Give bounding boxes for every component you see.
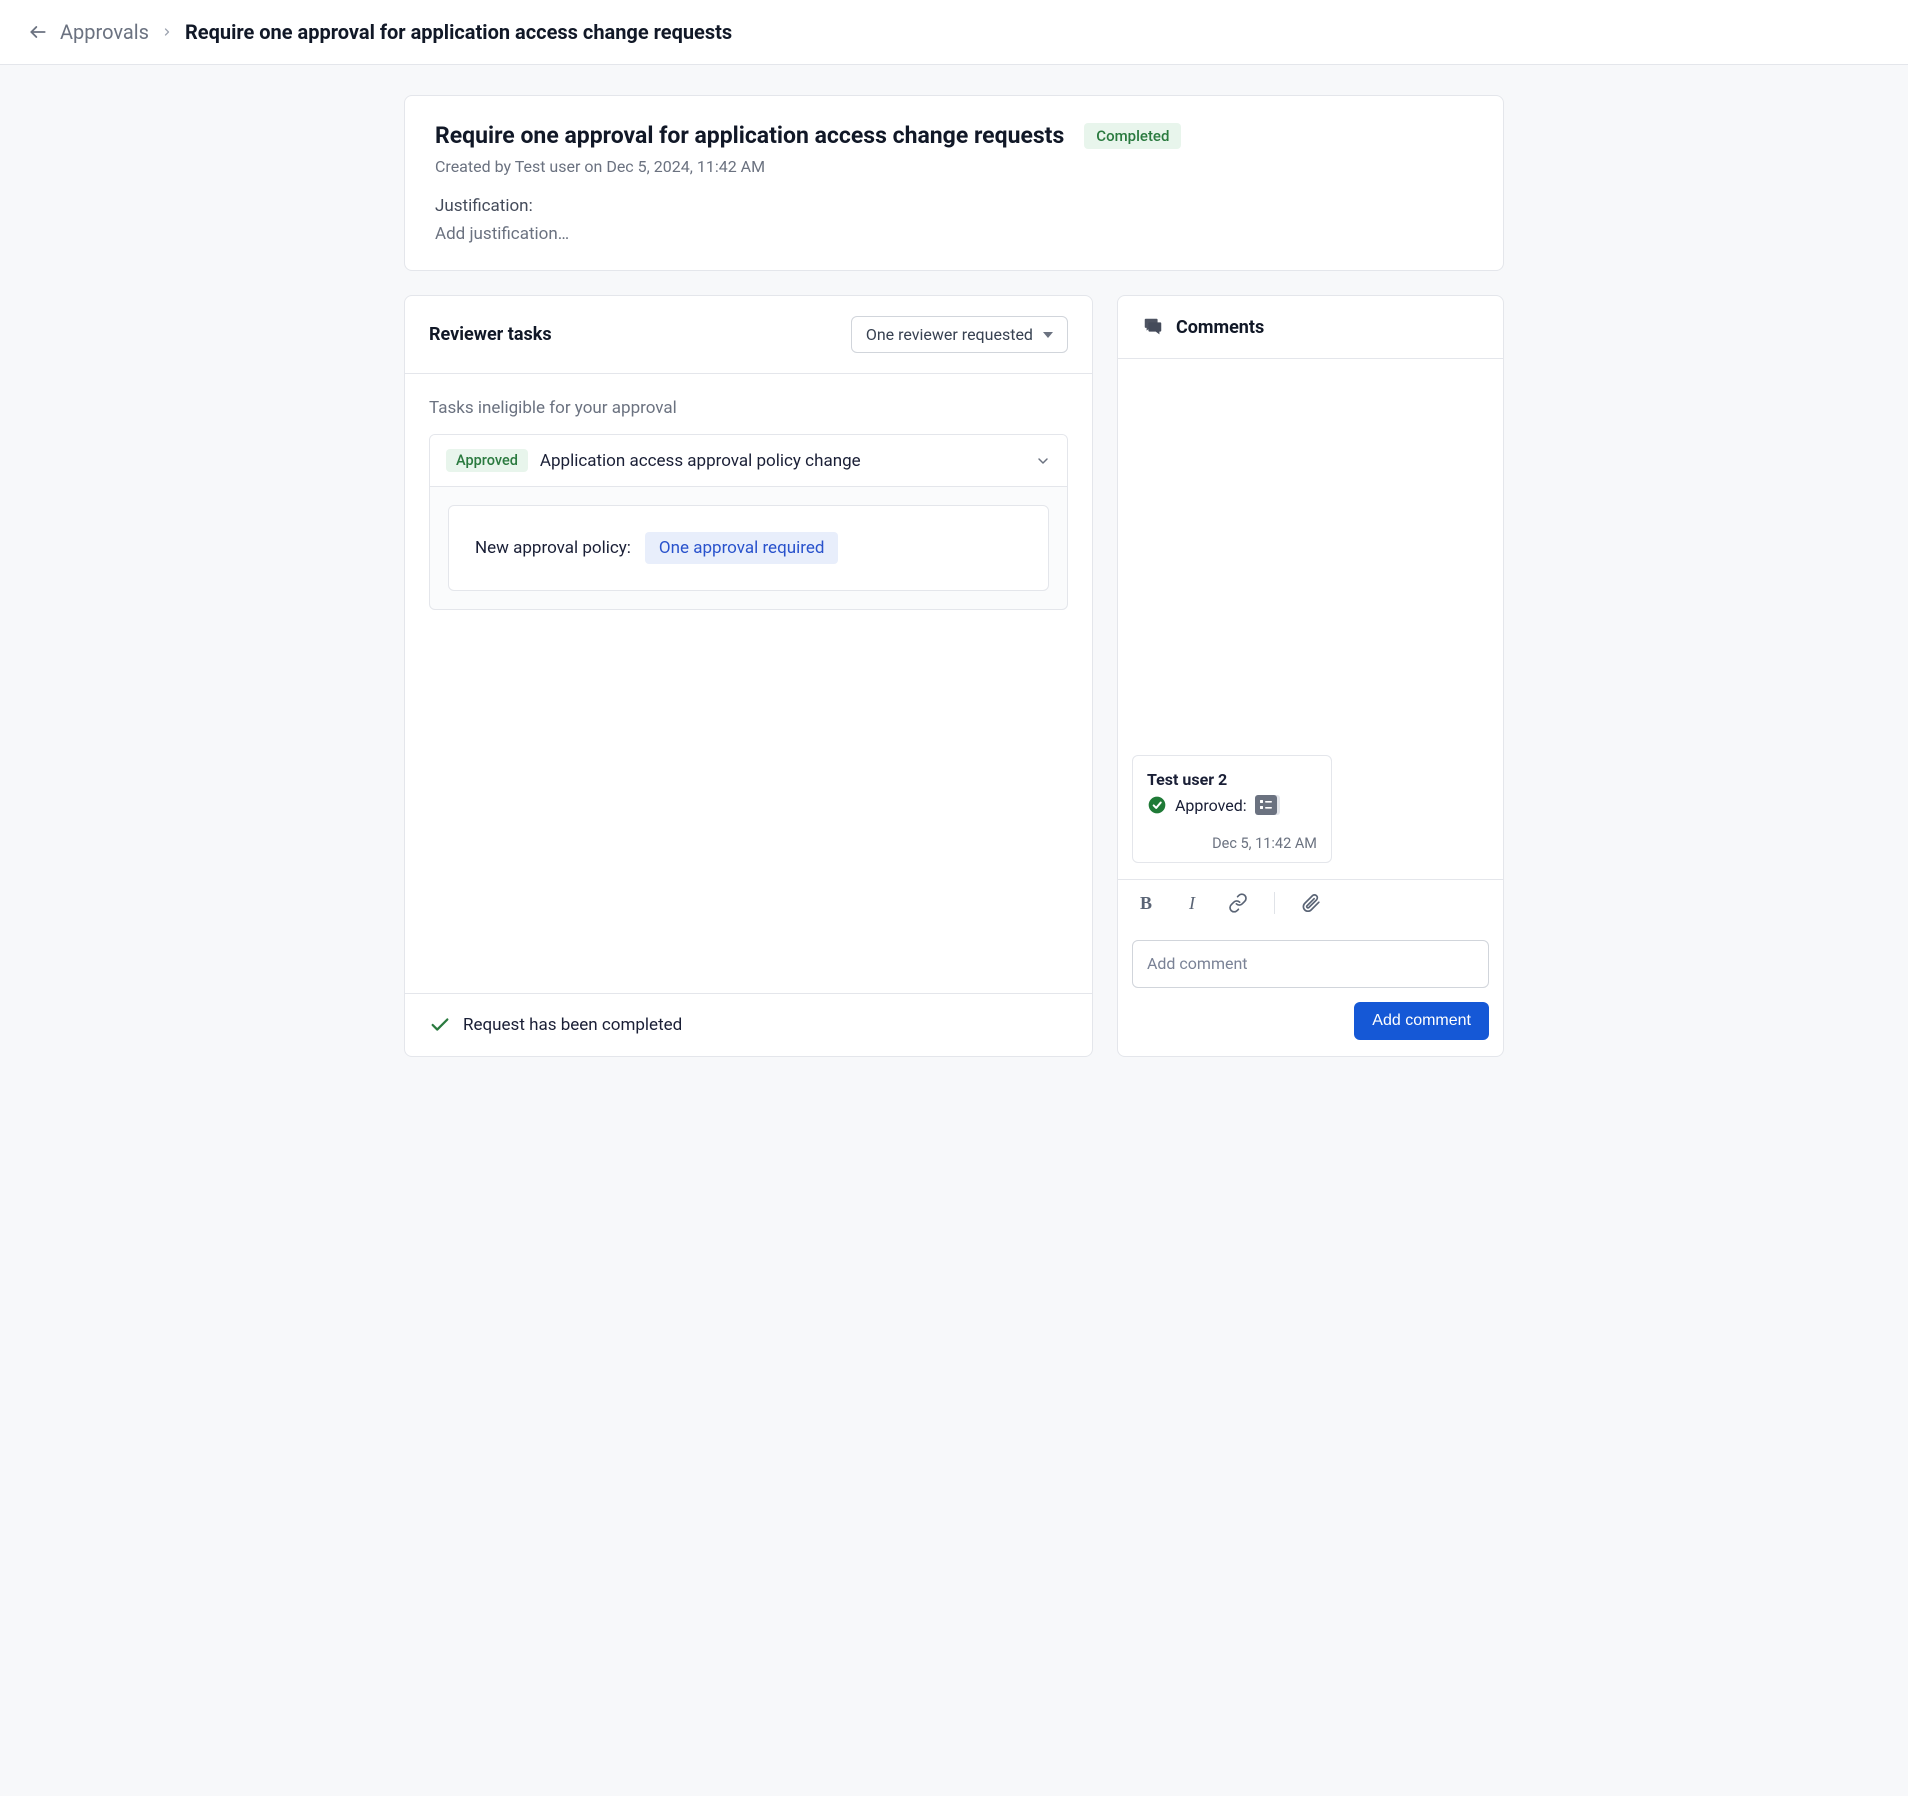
comments-panel: Comments Test user 2 Approved: <box>1117 295 1504 1057</box>
add-comment-button[interactable]: Add comment <box>1354 1002 1489 1040</box>
justification-label: Justification: <box>435 196 1473 216</box>
check-icon <box>429 1014 451 1036</box>
task-ref-icon <box>1255 795 1277 815</box>
italic-button[interactable]: I <box>1182 893 1202 913</box>
comment-toolbar: B I <box>1118 879 1503 926</box>
policy-label: New approval policy: <box>475 538 631 558</box>
comments-list: Test user 2 Approved: Dec 5, 11:42 AM <box>1118 359 1503 879</box>
created-by: Created by Test user on Dec 5, 2024, 11:… <box>435 157 1473 176</box>
caret-down-icon <box>1043 332 1053 338</box>
summary-card: Require one approval for application acc… <box>404 95 1504 271</box>
comment-item: Test user 2 Approved: Dec 5, 11:42 AM <box>1132 755 1332 863</box>
approved-check-icon <box>1147 795 1167 815</box>
bold-button[interactable]: B <box>1136 893 1156 913</box>
task-header[interactable]: Approved Application access approval pol… <box>430 435 1067 487</box>
comment-status-text: Approved: <box>1175 796 1247 815</box>
chevron-down-icon <box>1035 453 1051 469</box>
policy-box: New approval policy: One approval requir… <box>448 505 1049 591</box>
comment-author: Test user 2 <box>1147 770 1317 789</box>
header-bar: Approvals Require one approval for appli… <box>0 0 1908 65</box>
comment-input[interactable] <box>1132 940 1489 988</box>
comments-icon <box>1142 316 1164 338</box>
task-card: Approved Application access approval pol… <box>429 434 1068 610</box>
ineligible-label: Tasks ineligible for your approval <box>429 398 1068 418</box>
task-title: Application access approval policy chang… <box>540 451 1023 471</box>
reviewer-count-value: One reviewer requested <box>866 325 1033 344</box>
back-icon[interactable] <box>28 22 48 42</box>
comment-timestamp: Dec 5, 11:42 AM <box>1147 835 1317 852</box>
comments-header: Comments <box>1176 317 1264 338</box>
request-status-text: Request has been completed <box>463 1015 682 1035</box>
toolbar-separator <box>1274 892 1275 914</box>
link-button[interactable] <box>1228 893 1248 913</box>
summary-title: Require one approval for application acc… <box>435 122 1064 149</box>
page-title: Require one approval for application acc… <box>185 20 732 44</box>
chevron-right-icon <box>161 26 173 38</box>
attachment-button[interactable] <box>1301 893 1321 913</box>
justification-input[interactable]: Add justification… <box>435 224 1473 244</box>
reviewer-count-select[interactable]: One reviewer requested <box>851 316 1068 353</box>
breadcrumb-parent[interactable]: Approvals <box>60 20 149 44</box>
policy-value: One approval required <box>645 532 839 564</box>
status-badge: Completed <box>1084 123 1181 149</box>
task-status-badge: Approved <box>446 449 528 472</box>
reviewer-tasks-panel: Reviewer tasks One reviewer requested Ta… <box>404 295 1093 1057</box>
reviewer-tasks-header: Reviewer tasks <box>429 324 552 345</box>
